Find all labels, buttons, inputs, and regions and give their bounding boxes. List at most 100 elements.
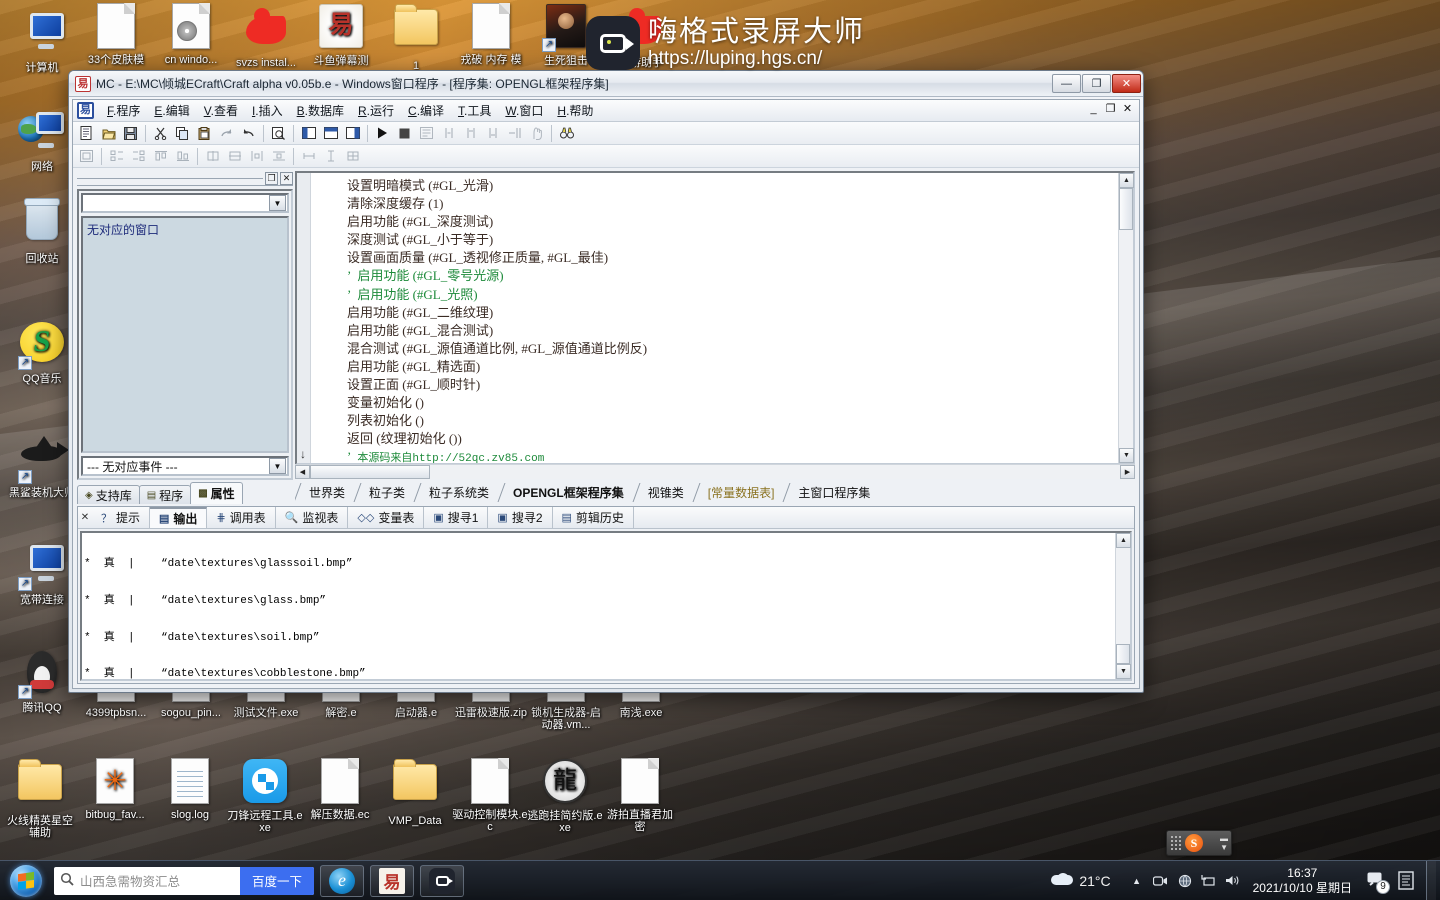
chevron-down-icon[interactable]: ▼ <box>269 458 286 474</box>
taskbar-item-epl-ide[interactable]: 易 <box>370 864 415 897</box>
sogou-logo-icon[interactable]: S <box>1185 834 1203 852</box>
menu-edit[interactable]: E.编辑 <box>147 100 196 121</box>
align-bottom-icon[interactable] <box>172 146 193 166</box>
paste-icon[interactable] <box>194 123 215 143</box>
desktop-icon-memory-module[interactable]: 戎破 内存 模 <box>453 2 529 66</box>
volume-tray-icon[interactable] <box>1221 861 1245 900</box>
scroll-left-button[interactable]: ◀ <box>295 465 310 479</box>
align-top-icon[interactable] <box>150 146 171 166</box>
menu-tools[interactable]: T.工具 <box>451 100 498 121</box>
desktop-icon-slog-log[interactable]: slog.log <box>152 757 228 821</box>
desktop-icon-youpai-live[interactable]: 游拍直播君加密 <box>602 757 678 833</box>
gutter-down-arrow-icon[interactable]: ↓ <box>300 447 306 461</box>
desktop-icon-svzs-install[interactable]: svzs instal... <box>228 2 304 69</box>
tab-opengl-framework[interactable]: OPENGL框架程序集 <box>499 483 634 502</box>
scroll-thumb[interactable] <box>310 465 430 479</box>
desktop-icon-shengsi-game[interactable]: ↗ 生死狙击 <box>528 2 604 67</box>
menu-help[interactable]: H.帮助 <box>550 100 600 121</box>
align-right-icon[interactable] <box>128 146 149 166</box>
main-toolbar[interactable] <box>73 122 1139 145</box>
show-desktop-button[interactable] <box>1426 860 1436 900</box>
start-button[interactable] <box>4 863 48 899</box>
tab-constant-data-table[interactable]: [常量数据表] <box>694 483 785 502</box>
menu-run[interactable]: R.运行 <box>351 100 401 121</box>
taskbar-item-internet-explorer[interactable]: e <box>320 864 365 897</box>
globe-tray-icon[interactable] <box>1173 861 1197 900</box>
desktop-icon-huoxian-helper[interactable]: 火线精英星空辅助 <box>2 757 78 839</box>
desktop-icon-vmp-data[interactable]: VMP_Data <box>377 757 453 827</box>
code-horizontal-scrollbar[interactable]: ◀ ▶ <box>295 464 1135 479</box>
desktop-icon-escape-hack[interactable]: 龍 逃跑挂简约版.exe <box>527 757 603 834</box>
tab-properties[interactable]: ▩ 属性 <box>190 482 243 504</box>
output-panel[interactable]: * 真 | “date\textures\glasssoil.bmp” * 真 … <box>80 531 1132 681</box>
align-left-icon[interactable] <box>106 146 127 166</box>
output-vertical-scrollbar[interactable]: ▲ ▼ <box>1115 533 1131 679</box>
weather-widget[interactable]: 21°C <box>1051 873 1111 889</box>
event-selector-combo[interactable]: --- 无对应事件 --- ▼ <box>81 456 289 476</box>
desktop-icon-folder-1[interactable]: 1 <box>378 2 454 72</box>
menu-window[interactable]: W.窗口 <box>498 100 550 121</box>
tab-world-class[interactable]: 世界类 <box>295 483 355 502</box>
scroll-thumb[interactable] <box>1119 188 1133 230</box>
undo-icon[interactable] <box>238 123 259 143</box>
scroll-down-button[interactable]: ▼ <box>1119 448 1134 463</box>
tab-find-2[interactable]: ▣ 搜寻2 <box>488 507 553 528</box>
property-list[interactable]: 无对应的窗口 <box>81 216 289 453</box>
search-input[interactable]: 山西急需物资汇总 <box>80 871 240 890</box>
chevron-down-icon[interactable]: ▼ <box>269 195 286 211</box>
sogou-ime-bar[interactable]: S ▬ ▼ <box>1166 830 1232 856</box>
desktop-icon-bitbug-fav[interactable]: ✳ bitbug_fav... <box>77 757 153 821</box>
tab-main-window-program[interactable]: 主窗口程序集 <box>784 483 880 502</box>
close-button[interactable]: ✕ <box>1112 74 1141 93</box>
bottom-dock-tabs[interactable]: ✕ ？提示 ▤ 输出 ⋕ 调用表 🔍 监视表 ◇◇ 变量表 ▣ 搜寻1 ▣ 搜寻2 ▤ 剪辑历… <box>78 506 1134 529</box>
step-over-icon[interactable] <box>460 123 481 143</box>
scroll-up-button[interactable]: ▲ <box>1116 533 1131 548</box>
menu-insert[interactable]: I.插入 <box>245 100 290 121</box>
ime-expand-icon[interactable]: ▼ <box>1220 843 1228 852</box>
clock-widget[interactable]: 16:37 2021/10/10 星期日 <box>1253 866 1352 896</box>
scroll-down-button[interactable]: ▼ <box>1116 664 1131 679</box>
action-center-icon[interactable] <box>1392 861 1420 900</box>
save-icon[interactable] <box>120 123 141 143</box>
space-across-icon[interactable] <box>246 146 267 166</box>
hand-icon[interactable] <box>526 123 547 143</box>
taskbar-search-box[interactable]: 山西急需物资汇总 百度一下 <box>54 866 315 895</box>
ime-minimize-icon[interactable]: ▬ <box>1220 834 1228 843</box>
desktop-icon-blade-remote-tool[interactable]: 刀锋远程工具.exe <box>227 757 303 834</box>
window-titlebar[interactable]: 易 MC - E:\MC\倾城ECraft\Craft alpha v0.05b… <box>69 71 1143 97</box>
binoculars-icon[interactable] <box>556 123 577 143</box>
minimize-button[interactable]: — <box>1052 74 1081 93</box>
taskbar-item-screen-recorder[interactable] <box>420 864 465 897</box>
tab-output[interactable]: ▤ 输出 <box>150 506 208 528</box>
scroll-thumb[interactable] <box>1116 644 1130 664</box>
step-out-icon[interactable] <box>482 123 503 143</box>
dock-restore-button[interactable]: ❐ <box>265 171 278 185</box>
desktop-icon-mobile-helper[interactable]: 手游助手 <box>603 2 679 69</box>
menubar[interactable]: 易 F.程序 E.编辑 V.查看 I.插入 B.数据库 R.运行 C.编译 T.… <box>73 100 1139 122</box>
center-horizontal-icon[interactable] <box>202 146 223 166</box>
step-into-icon[interactable] <box>438 123 459 143</box>
mdi-minimize-button[interactable]: _ <box>1086 103 1101 118</box>
stop-icon[interactable] <box>394 123 415 143</box>
redo-icon[interactable] <box>216 123 237 143</box>
ime-controls[interactable]: ▬ ▼ <box>1220 834 1228 852</box>
desktop-icon-cn-windows[interactable]: cn windo... <box>153 2 229 66</box>
menu-program[interactable]: F.程序 <box>100 100 147 121</box>
mdi-restore-button[interactable]: ❐ <box>1103 103 1118 118</box>
tab-particle-class[interactable]: 粒子类 <box>355 483 415 502</box>
layout-bottom-icon[interactable] <box>320 123 341 143</box>
tab-support-library[interactable]: ◈ 支持库 <box>77 485 140 504</box>
menu-compile[interactable]: C.编译 <box>401 100 451 121</box>
scroll-track[interactable] <box>1116 548 1130 644</box>
tab-clip-history[interactable]: ▤ 剪辑历史 <box>553 507 634 528</box>
epl-ide-window[interactable]: 易 MC - E:\MC\倾城ECraft\Craft alpha v0.05b… <box>68 70 1144 693</box>
center-vertical-icon[interactable] <box>224 146 245 166</box>
tab-frustum-class[interactable]: 视锥类 <box>634 483 694 502</box>
object-selector-combo[interactable]: ▼ <box>81 193 289 213</box>
tab-watch-table[interactable]: 🔍 监视表 <box>276 507 349 528</box>
cut-icon[interactable] <box>150 123 171 143</box>
scroll-track[interactable] <box>1119 230 1133 448</box>
tab-hints[interactable]: ？提示 <box>92 507 151 528</box>
find-icon[interactable] <box>268 123 289 143</box>
output-content[interactable]: * 真 | “date\textures\glasssoil.bmp” * 真 … <box>82 533 1115 679</box>
